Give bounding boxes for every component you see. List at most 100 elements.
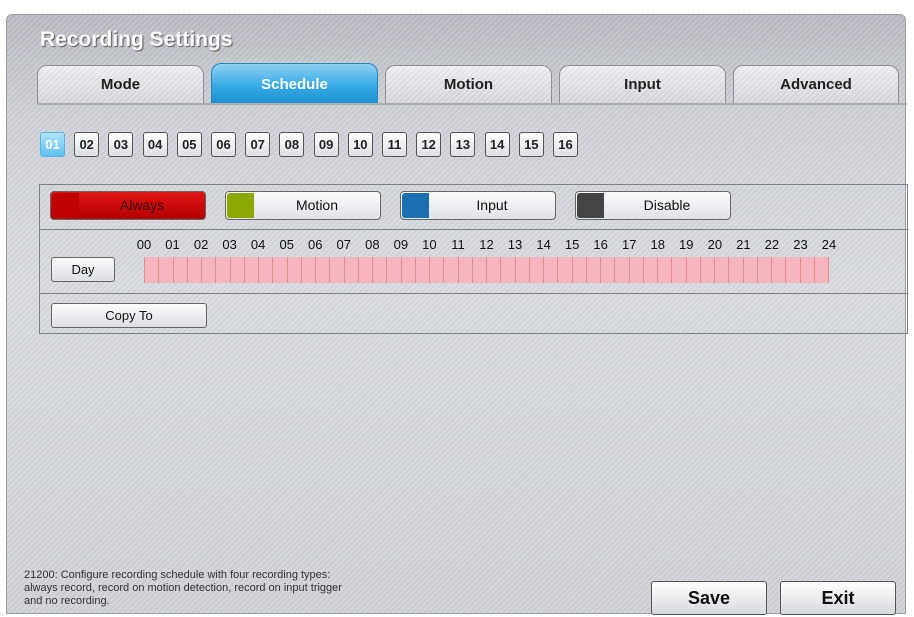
schedule-cell[interactable]: [486, 257, 501, 283]
hour-label: 03: [222, 237, 237, 252]
schedule-cell[interactable]: [315, 257, 330, 283]
schedule-cell[interactable]: [557, 257, 572, 283]
channel-04-button[interactable]: 04: [142, 132, 168, 157]
schedule-cell[interactable]: [756, 257, 771, 283]
channel-08-button[interactable]: 08: [279, 132, 305, 157]
always-swatch: [52, 193, 79, 218]
channel-11-button[interactable]: 11: [382, 132, 407, 157]
hour-label: 19: [679, 237, 694, 252]
schedule-cell[interactable]: [699, 257, 714, 283]
hour-label: 22: [764, 237, 780, 252]
schedule-cell[interactable]: [813, 257, 829, 283]
exit-button[interactable]: Exit: [780, 581, 896, 615]
hour-label: 01: [165, 237, 180, 252]
type-disable-button[interactable]: Disable: [575, 191, 731, 220]
channel-05-button[interactable]: 05: [176, 132, 202, 157]
tab-advanced[interactable]: Advanced: [733, 65, 899, 103]
schedule-cell[interactable]: [785, 257, 800, 283]
save-button[interactable]: Save: [651, 581, 767, 615]
channel-12-button[interactable]: 12: [416, 132, 442, 157]
hour-label: 06: [308, 237, 323, 252]
schedule-cell[interactable]: [329, 257, 344, 283]
schedule-cell[interactable]: [514, 257, 529, 283]
schedule-grid: [144, 257, 829, 283]
schedule-cell[interactable]: [585, 257, 600, 283]
tab-divider: [37, 103, 907, 105]
schedule-cell[interactable]: [714, 257, 729, 283]
schedule-cell[interactable]: [144, 257, 159, 283]
schedule-cell[interactable]: [201, 257, 216, 283]
channel-16-button[interactable]: 16: [553, 132, 578, 157]
row-divider: [40, 293, 907, 294]
hour-label: 08: [365, 237, 380, 252]
channel-03-button[interactable]: 03: [108, 132, 134, 157]
schedule-cell[interactable]: [243, 257, 258, 283]
hour-label: 15: [564, 237, 580, 252]
schedule-cell[interactable]: [742, 257, 757, 283]
schedule-cell[interactable]: [657, 257, 672, 283]
schedule-cell[interactable]: [771, 257, 786, 283]
schedule-cell[interactable]: [343, 257, 358, 283]
schedule-cell[interactable]: [457, 257, 472, 283]
schedule-cell[interactable]: [172, 257, 187, 283]
channel-14-button[interactable]: 14: [484, 132, 510, 157]
hour-label: 16: [593, 237, 608, 252]
type-disable-label: Disable: [643, 197, 691, 213]
schedule-cell[interactable]: [229, 257, 244, 283]
schedule-cell[interactable]: [685, 257, 700, 283]
schedule-cell[interactable]: [414, 257, 429, 283]
schedule-cell[interactable]: [258, 257, 273, 283]
schedule-cell[interactable]: [500, 257, 515, 283]
schedule-cell[interactable]: [799, 257, 814, 283]
type-input-label: Input: [476, 197, 508, 213]
hour-label: 17: [621, 237, 637, 252]
channel-09-button[interactable]: 09: [313, 132, 339, 157]
row-divider: [40, 229, 907, 230]
schedule-cell[interactable]: [357, 257, 372, 283]
schedule-cell[interactable]: [614, 257, 629, 283]
channel-07-button[interactable]: 07: [245, 132, 271, 157]
schedule-cell[interactable]: [300, 257, 315, 283]
schedule-cell[interactable]: [443, 257, 458, 283]
schedule-cell[interactable]: [600, 257, 615, 283]
help-line: and no recording.: [24, 595, 110, 607]
schedule-cell[interactable]: [671, 257, 686, 283]
tab-mode[interactable]: Mode: [37, 65, 204, 103]
channel-10-button[interactable]: 10: [347, 132, 373, 157]
schedule-cell[interactable]: [400, 257, 415, 283]
schedule-cell[interactable]: [215, 257, 230, 283]
help-line: 21200: Configure recording schedule with…: [24, 569, 331, 581]
schedule-cell[interactable]: [728, 257, 743, 283]
channel-06-button[interactable]: 06: [211, 132, 236, 157]
hour-label: 07: [336, 237, 352, 252]
schedule-cell[interactable]: [571, 257, 586, 283]
tab-schedule[interactable]: Schedule: [211, 63, 378, 105]
window-title: Recording Settings: [40, 28, 233, 51]
schedule-cell[interactable]: [642, 257, 657, 283]
tab-bar: Mode Schedule Motion Input Advanced: [37, 63, 907, 119]
schedule-cell[interactable]: [158, 257, 173, 283]
schedule-cell[interactable]: [186, 257, 201, 283]
schedule-cell[interactable]: [528, 257, 543, 283]
hour-label: 02: [193, 237, 209, 252]
day-button[interactable]: Day: [51, 257, 115, 282]
schedule-cell[interactable]: [286, 257, 301, 283]
schedule-cell[interactable]: [471, 257, 486, 283]
schedule-cell[interactable]: [272, 257, 287, 283]
schedule-cell[interactable]: [543, 257, 558, 283]
schedule-cell[interactable]: [628, 257, 643, 283]
schedule-cell[interactable]: [372, 257, 387, 283]
type-always-button[interactable]: Always: [50, 191, 206, 220]
tab-motion[interactable]: Motion: [385, 65, 552, 103]
tab-input[interactable]: Input: [559, 65, 726, 103]
type-motion-button[interactable]: Motion: [225, 191, 381, 220]
copy-to-button[interactable]: Copy To: [51, 303, 207, 328]
channel-15-button[interactable]: 15: [518, 132, 544, 157]
type-input-button[interactable]: Input: [400, 191, 556, 220]
schedule-cell[interactable]: [386, 257, 401, 283]
channel-02-button[interactable]: 02: [74, 132, 100, 157]
schedule-cell[interactable]: [429, 257, 444, 283]
hour-label: 11: [451, 237, 465, 252]
channel-13-button[interactable]: 13: [450, 132, 476, 157]
channel-01-button[interactable]: 01: [40, 132, 65, 157]
